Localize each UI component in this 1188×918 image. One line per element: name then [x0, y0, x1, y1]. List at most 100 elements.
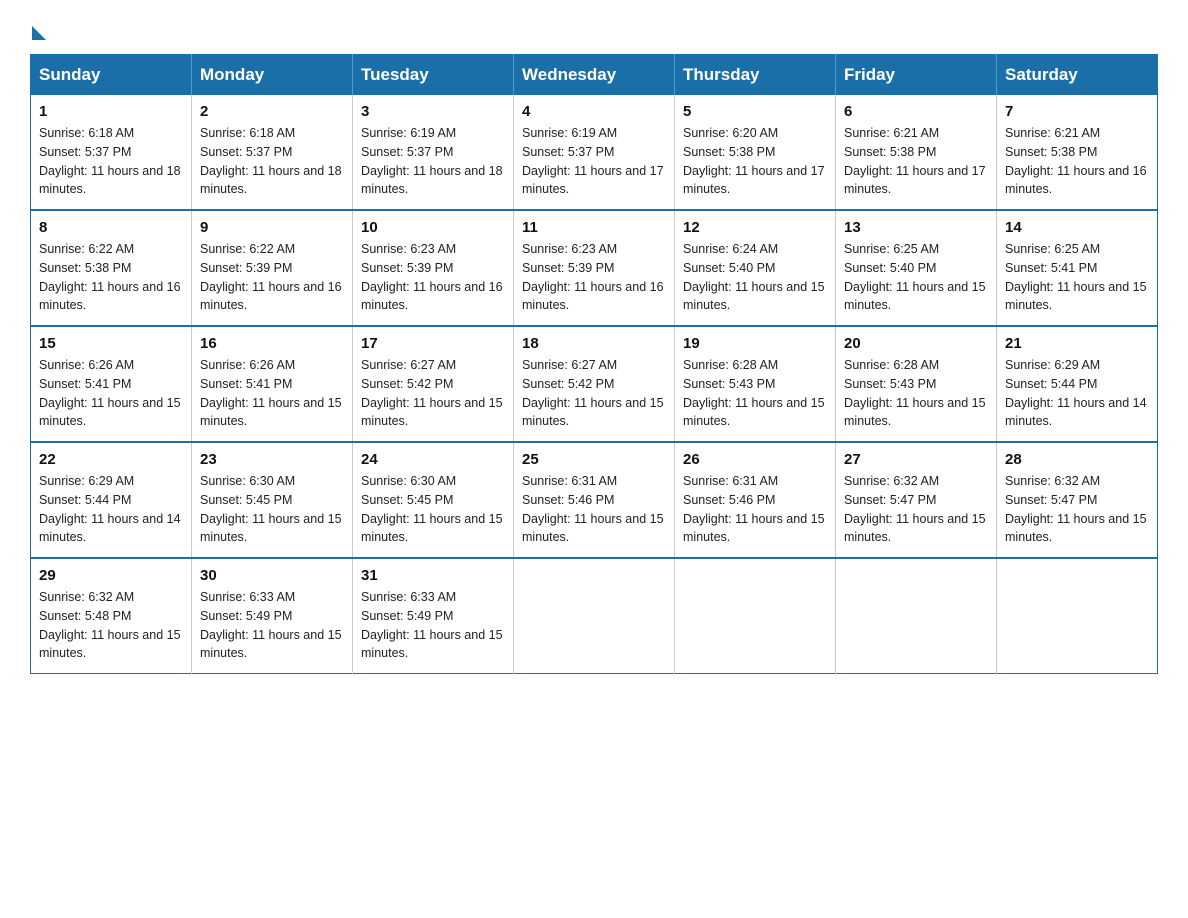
calendar-cell: 7 Sunrise: 6:21 AMSunset: 5:38 PMDaylight… — [997, 95, 1158, 210]
weekday-header-sunday: Sunday — [31, 55, 192, 96]
day-info: Sunrise: 6:33 AMSunset: 5:49 PMDaylight:… — [361, 588, 505, 663]
calendar-cell: 26 Sunrise: 6:31 AMSunset: 5:46 PMDayligh… — [675, 442, 836, 558]
calendar-cell: 30 Sunrise: 6:33 AMSunset: 5:49 PMDayligh… — [192, 558, 353, 674]
day-info: Sunrise: 6:27 AMSunset: 5:42 PMDaylight:… — [361, 356, 505, 431]
day-info: Sunrise: 6:26 AMSunset: 5:41 PMDaylight:… — [200, 356, 344, 431]
calendar-cell — [675, 558, 836, 674]
day-number: 20 — [844, 335, 988, 352]
calendar-cell: 20 Sunrise: 6:28 AMSunset: 5:43 PMDayligh… — [836, 326, 997, 442]
day-info: Sunrise: 6:26 AMSunset: 5:41 PMDaylight:… — [39, 356, 183, 431]
week-row-4: 22 Sunrise: 6:29 AMSunset: 5:44 PMDayligh… — [31, 442, 1158, 558]
day-info: Sunrise: 6:30 AMSunset: 5:45 PMDaylight:… — [361, 472, 505, 547]
calendar-cell: 18 Sunrise: 6:27 AMSunset: 5:42 PMDayligh… — [514, 326, 675, 442]
calendar-cell: 28 Sunrise: 6:32 AMSunset: 5:47 PMDayligh… — [997, 442, 1158, 558]
calendar-cell: 14 Sunrise: 6:25 AMSunset: 5:41 PMDayligh… — [997, 210, 1158, 326]
day-number: 21 — [1005, 335, 1149, 352]
calendar-cell: 15Sunrise: 6:26 AMSunset: 5:41 PMDayligh… — [31, 326, 192, 442]
calendar-cell: 9Sunrise: 6:22 AMSunset: 5:39 PMDaylight… — [192, 210, 353, 326]
page-header — [30, 20, 1158, 36]
logo-arrow-icon — [32, 26, 46, 40]
calendar-cell: 3 Sunrise: 6:19 AMSunset: 5:37 PMDaylight… — [353, 95, 514, 210]
day-number: 2 — [200, 103, 344, 120]
calendar-table: SundayMondayTuesdayWednesdayThursdayFrid… — [30, 54, 1158, 674]
weekday-header-monday: Monday — [192, 55, 353, 96]
calendar-cell: 8Sunrise: 6:22 AMSunset: 5:38 PMDaylight… — [31, 210, 192, 326]
day-info: Sunrise: 6:28 AMSunset: 5:43 PMDaylight:… — [683, 356, 827, 431]
day-number: 30 — [200, 567, 344, 584]
day-info: Sunrise: 6:27 AMSunset: 5:42 PMDaylight:… — [522, 356, 666, 431]
week-row-5: 29 Sunrise: 6:32 AMSunset: 5:48 PMDayligh… — [31, 558, 1158, 674]
day-info: Sunrise: 6:32 AMSunset: 5:47 PMDaylight:… — [1005, 472, 1149, 547]
calendar-cell: 1 Sunrise: 6:18 AMSunset: 5:37 PMDaylight… — [31, 95, 192, 210]
day-number: 7 — [1005, 103, 1149, 120]
day-info: Sunrise: 6:29 AMSunset: 5:44 PMDaylight:… — [39, 472, 183, 547]
day-number: 12 — [683, 219, 827, 236]
day-number: 3 — [361, 103, 505, 120]
logo — [30, 20, 46, 36]
day-number: 28 — [1005, 451, 1149, 468]
day-number: 22 — [39, 451, 183, 468]
day-number: 27 — [844, 451, 988, 468]
day-number: 8 — [39, 219, 183, 236]
day-number: 4 — [522, 103, 666, 120]
day-number: 16 — [200, 335, 344, 352]
day-info: Sunrise: 6:23 AMSunset: 5:39 PMDaylight:… — [522, 240, 666, 315]
calendar-cell: 21 Sunrise: 6:29 AMSunset: 5:44 PMDayligh… — [997, 326, 1158, 442]
day-number: 13 — [844, 219, 988, 236]
day-info: Sunrise: 6:32 AMSunset: 5:47 PMDaylight:… — [844, 472, 988, 547]
week-row-1: 1 Sunrise: 6:18 AMSunset: 5:37 PMDaylight… — [31, 95, 1158, 210]
weekday-header-saturday: Saturday — [997, 55, 1158, 96]
day-info: Sunrise: 6:18 AMSunset: 5:37 PMDaylight:… — [39, 124, 183, 199]
day-info: Sunrise: 6:18 AMSunset: 5:37 PMDaylight:… — [200, 124, 344, 199]
weekday-header-friday: Friday — [836, 55, 997, 96]
calendar-cell — [514, 558, 675, 674]
week-row-3: 15Sunrise: 6:26 AMSunset: 5:41 PMDayligh… — [31, 326, 1158, 442]
calendar-cell: 24 Sunrise: 6:30 AMSunset: 5:45 PMDayligh… — [353, 442, 514, 558]
day-info: Sunrise: 6:21 AMSunset: 5:38 PMDaylight:… — [1005, 124, 1149, 199]
calendar-cell: 17 Sunrise: 6:27 AMSunset: 5:42 PMDayligh… — [353, 326, 514, 442]
calendar-cell: 25 Sunrise: 6:31 AMSunset: 5:46 PMDayligh… — [514, 442, 675, 558]
calendar-cell: 4 Sunrise: 6:19 AMSunset: 5:37 PMDaylight… — [514, 95, 675, 210]
day-info: Sunrise: 6:19 AMSunset: 5:37 PMDaylight:… — [361, 124, 505, 199]
calendar-cell: 27 Sunrise: 6:32 AMSunset: 5:47 PMDayligh… — [836, 442, 997, 558]
day-info: Sunrise: 6:30 AMSunset: 5:45 PMDaylight:… — [200, 472, 344, 547]
weekday-header-row: SundayMondayTuesdayWednesdayThursdayFrid… — [31, 55, 1158, 96]
day-number: 25 — [522, 451, 666, 468]
day-number: 19 — [683, 335, 827, 352]
calendar-cell: 13Sunrise: 6:25 AMSunset: 5:40 PMDayligh… — [836, 210, 997, 326]
day-number: 24 — [361, 451, 505, 468]
calendar-cell: 31Sunrise: 6:33 AMSunset: 5:49 PMDayligh… — [353, 558, 514, 674]
day-number: 14 — [1005, 219, 1149, 236]
day-info: Sunrise: 6:28 AMSunset: 5:43 PMDaylight:… — [844, 356, 988, 431]
week-row-2: 8Sunrise: 6:22 AMSunset: 5:38 PMDaylight… — [31, 210, 1158, 326]
day-number: 10 — [361, 219, 505, 236]
day-number: 26 — [683, 451, 827, 468]
day-info: Sunrise: 6:25 AMSunset: 5:41 PMDaylight:… — [1005, 240, 1149, 315]
calendar-cell: 23 Sunrise: 6:30 AMSunset: 5:45 PMDayligh… — [192, 442, 353, 558]
day-number: 1 — [39, 103, 183, 120]
day-number: 17 — [361, 335, 505, 352]
calendar-cell: 22 Sunrise: 6:29 AMSunset: 5:44 PMDayligh… — [31, 442, 192, 558]
day-info: Sunrise: 6:23 AMSunset: 5:39 PMDaylight:… — [361, 240, 505, 315]
day-number: 6 — [844, 103, 988, 120]
calendar-cell: 10 Sunrise: 6:23 AMSunset: 5:39 PMDayligh… — [353, 210, 514, 326]
weekday-header-tuesday: Tuesday — [353, 55, 514, 96]
day-info: Sunrise: 6:22 AMSunset: 5:39 PMDaylight:… — [200, 240, 344, 315]
calendar-cell: 11 Sunrise: 6:23 AMSunset: 5:39 PMDayligh… — [514, 210, 675, 326]
calendar-cell: 12Sunrise: 6:24 AMSunset: 5:40 PMDayligh… — [675, 210, 836, 326]
calendar-cell: 2 Sunrise: 6:18 AMSunset: 5:37 PMDaylight… — [192, 95, 353, 210]
day-info: Sunrise: 6:33 AMSunset: 5:49 PMDaylight:… — [200, 588, 344, 663]
calendar-cell — [836, 558, 997, 674]
day-number: 23 — [200, 451, 344, 468]
calendar-cell: 5Sunrise: 6:20 AMSunset: 5:38 PMDaylight… — [675, 95, 836, 210]
day-number: 11 — [522, 219, 666, 236]
day-info: Sunrise: 6:19 AMSunset: 5:37 PMDaylight:… — [522, 124, 666, 199]
day-info: Sunrise: 6:31 AMSunset: 5:46 PMDaylight:… — [522, 472, 666, 547]
weekday-header-wednesday: Wednesday — [514, 55, 675, 96]
day-number: 29 — [39, 567, 183, 584]
day-number: 18 — [522, 335, 666, 352]
calendar-cell — [997, 558, 1158, 674]
day-info: Sunrise: 6:32 AMSunset: 5:48 PMDaylight:… — [39, 588, 183, 663]
day-info: Sunrise: 6:29 AMSunset: 5:44 PMDaylight:… — [1005, 356, 1149, 431]
day-info: Sunrise: 6:31 AMSunset: 5:46 PMDaylight:… — [683, 472, 827, 547]
